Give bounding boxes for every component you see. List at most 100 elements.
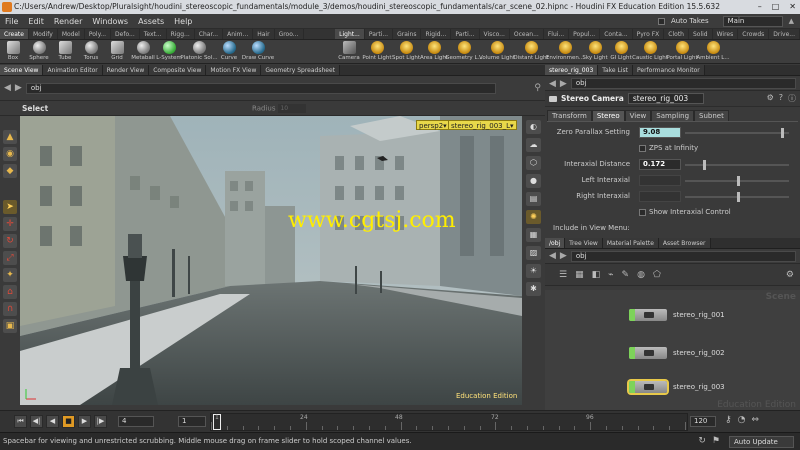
tab-geometry-spreadsheet[interactable]: Geometry Spreadsheet <box>261 65 340 75</box>
sky-light-tool[interactable]: Sky Light <box>582 40 608 63</box>
left-interaxial-field[interactable] <box>639 175 681 186</box>
cook-icon[interactable]: ⚑ <box>712 436 720 446</box>
gear-icon[interactable]: ⚙ <box>767 93 774 104</box>
realtime-icon[interactable]: ◔ <box>738 415 746 425</box>
ghost-icon[interactable]: ☁ <box>526 138 541 152</box>
scene-viewport[interactable]: persp2▾ stereo_rig_003_L▾ www.cgtsj.com … <box>20 116 522 405</box>
play-reverse-button[interactable]: ◀ <box>46 415 59 428</box>
shelf-tab[interactable]: Parti... <box>365 29 394 39</box>
point-light-tool[interactable]: Point Light <box>362 40 392 63</box>
interaxial-slider[interactable] <box>685 160 789 170</box>
tab-network-obj[interactable]: /obj <box>545 238 566 248</box>
param-tab-view[interactable]: View <box>624 110 652 121</box>
sphere-tool[interactable]: Sphere <box>26 40 52 63</box>
rotate-tool-icon[interactable]: ↻ <box>3 234 17 248</box>
pose-tool-icon[interactable]: ✦ <box>3 268 17 282</box>
menu-assets[interactable]: Assets <box>133 14 169 29</box>
pointer-tool-icon[interactable]: ➤ <box>3 200 17 214</box>
tab-take-list[interactable]: Take List <box>598 65 633 75</box>
volume-light-tool[interactable]: Volume Light <box>479 40 515 63</box>
move-tool-icon[interactable]: ✛ <box>3 217 17 231</box>
right-interaxial-field[interactable] <box>639 191 681 202</box>
platonic-tool[interactable]: Platonic Sol... <box>180 40 218 63</box>
shelf-tab[interactable]: Char... <box>195 29 224 39</box>
frame-slider[interactable]: 1 24 48 72 96 <box>210 413 688 431</box>
tab-animation-editor[interactable]: Animation Editor <box>43 65 103 75</box>
desktop-select[interactable]: Main <box>722 15 783 27</box>
curve-tool[interactable]: Curve <box>216 40 242 63</box>
right-interaxial-slider[interactable] <box>685 192 789 202</box>
menu-windows[interactable]: Windows <box>87 14 133 29</box>
param-tab-transform[interactable]: Transform <box>547 110 592 121</box>
shelf-tab[interactable]: Defo... <box>111 29 140 39</box>
note-icon[interactable]: ✎ <box>622 270 630 280</box>
texture-icon[interactable]: ✱ <box>526 282 541 296</box>
torus-tool[interactable]: Torus <box>78 40 104 63</box>
shelf-tab[interactable]: Solid <box>689 29 713 39</box>
snap-tool-icon[interactable]: ⌂ <box>3 285 17 299</box>
tile-icon[interactable]: ▦ <box>575 270 584 280</box>
tab-performance-monitor[interactable]: Performance Monitor <box>632 65 705 75</box>
shelf-tab[interactable]: Flui... <box>544 29 570 39</box>
shading-icon[interactable]: ● <box>526 174 541 188</box>
shelf-tab[interactable]: Popul... <box>569 29 601 39</box>
grid-display-icon[interactable]: ▦ <box>526 228 541 242</box>
area-light-tool[interactable]: Area Light <box>420 40 448 63</box>
camera-tool[interactable]: Camera <box>336 40 362 63</box>
menu-edit[interactable]: Edit <box>23 14 49 29</box>
handle-tool-icon[interactable]: ◆ <box>3 164 17 178</box>
camera-menu[interactable]: stereo_rig_003_L▾ <box>448 120 517 130</box>
menu-file[interactable]: File <box>0 14 23 29</box>
shelf-tab[interactable]: Parti... <box>451 29 480 39</box>
shelf-tab[interactable]: Rigg... <box>167 29 195 39</box>
params-path-field[interactable]: obj <box>570 78 796 89</box>
minimize-button[interactable]: – <box>758 0 762 14</box>
param-tab-stereo[interactable]: Stereo <box>591 110 625 121</box>
shelf-tab[interactable]: Text... <box>140 29 167 39</box>
node-name-field[interactable]: stereo_rig_003 <box>627 93 704 104</box>
background-icon[interactable]: ▨ <box>526 246 541 260</box>
current-frame-field[interactable]: 1 <box>178 416 206 427</box>
zero-parallax-slider[interactable] <box>685 128 789 138</box>
step-back-button[interactable]: ◀| <box>30 415 43 428</box>
lights-icon[interactable]: ☀ <box>526 264 541 278</box>
menu-help[interactable]: Help <box>169 14 197 29</box>
shelf-tab-lights[interactable]: Light... <box>335 29 365 39</box>
radius-value[interactable]: 10 <box>278 104 307 113</box>
zero-parallax-field[interactable]: 9.08 <box>639 127 681 138</box>
shelf-tab[interactable]: Hair <box>253 29 275 39</box>
spot-light-tool[interactable]: Spot Light <box>392 40 420 63</box>
stop-button[interactable]: ■ <box>62 415 75 428</box>
tab-material-palette[interactable]: Material Palette <box>602 238 659 248</box>
forward-arrow-icon[interactable]: ▶ <box>560 251 567 261</box>
end-frame-field[interactable]: 120 <box>690 416 716 427</box>
shelf-tab[interactable]: Groo... <box>275 29 304 39</box>
info-icon[interactable]: ⓘ <box>788 93 796 104</box>
shelf-tab[interactable]: Cloth <box>664 29 689 39</box>
close-button[interactable]: ✕ <box>789 0 796 14</box>
snapshot-icon[interactable]: ▤ <box>526 192 541 206</box>
box-tool[interactable]: Box <box>0 40 26 63</box>
refresh-icon[interactable]: ↻ <box>698 436 706 446</box>
shelf-tab[interactable]: Model <box>58 29 85 39</box>
pin-icon[interactable]: ⚲ <box>534 83 541 93</box>
auto-update-select[interactable]: Auto Update <box>729 436 794 448</box>
tab-composite-view[interactable]: Composite View <box>149 65 207 75</box>
light-display-icon[interactable]: ✺ <box>526 210 541 224</box>
back-arrow-icon[interactable]: ◀ <box>549 79 556 89</box>
shelf-tab[interactable]: Crowds <box>738 29 770 39</box>
draw-curve-tool[interactable]: Draw Curve <box>242 40 274 63</box>
persp-menu[interactable]: persp2▾ <box>416 120 450 130</box>
maximize-button[interactable]: □ <box>772 0 780 14</box>
color-icon[interactable]: ◍ <box>637 270 645 280</box>
display-options-icon[interactable]: ◐ <box>526 120 541 134</box>
shelf-tab[interactable]: Drive... <box>769 29 800 39</box>
forward-arrow-icon[interactable]: ▶ <box>560 79 567 89</box>
shelf-tab[interactable]: Wires <box>713 29 739 39</box>
shelf-tab[interactable]: Modify <box>29 29 58 39</box>
play-button[interactable]: ▶ <box>78 415 91 428</box>
show-interaxial-checkbox[interactable] <box>639 209 646 216</box>
range-icon[interactable]: ⇔ <box>751 415 759 425</box>
portal-light-tool[interactable]: Portal Light <box>666 40 698 63</box>
select-tool-icon[interactable]: ▲ <box>3 130 17 144</box>
